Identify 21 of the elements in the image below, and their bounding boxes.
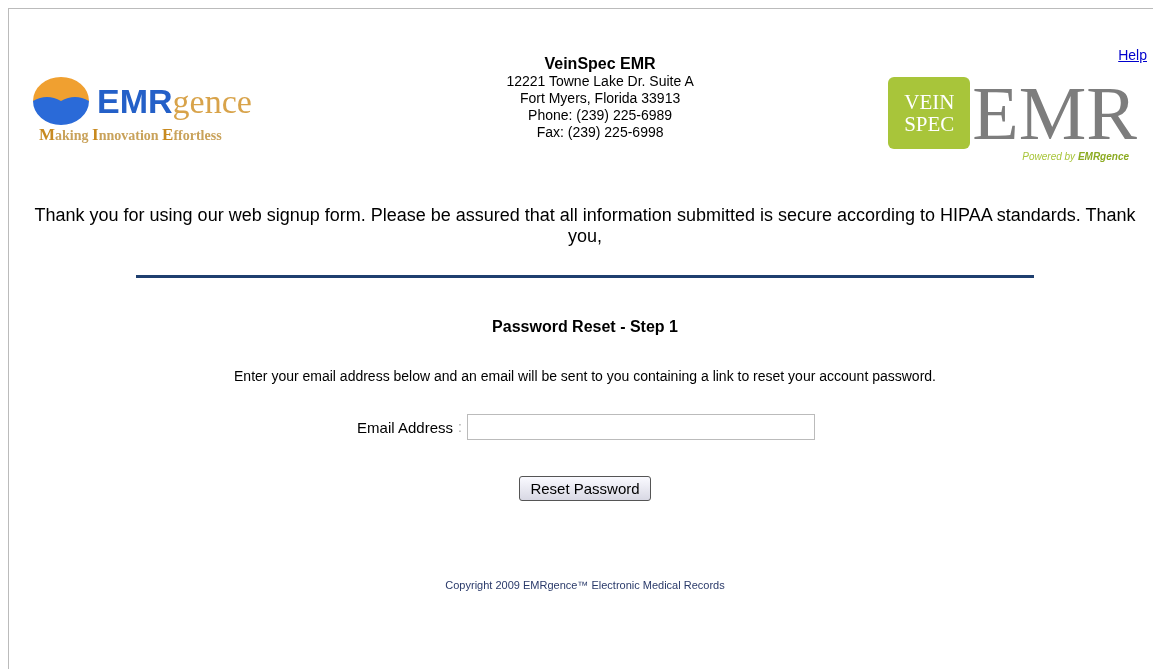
address-line: Phone: (239) 225-6989 [528,107,673,124]
brand-name: EMRgence [97,83,252,119]
sun-wave-icon [31,77,91,125]
label-separator: : [458,419,462,435]
badge-text: VEIN [904,91,955,113]
reset-password-button[interactable]: Reset Password [519,476,651,501]
instructions: Enter your email address below and an email will be sent to you containing a link to reset your account password. [234,368,936,384]
form-title: Password Reset - Step 1 [492,318,678,336]
tagline: Making Innovation Effortless [39,125,223,145]
logo-word: EMR [972,75,1137,151]
email-label: Email Address [357,418,453,436]
badge-text: SPEC [904,113,955,135]
help-link[interactable]: Help [1118,47,1147,63]
security-notice: Thank you for using our web signup form. Please be assured that all information submitted is secure according to HIPAA standards. Thank you, [33,205,1137,247]
office-name: VeinSpec EMR [544,55,656,73]
address-line: 12221 Towne Lake Dr. Suite A [506,73,694,90]
address-line: Fax: (239) 225-6998 [536,124,664,141]
powered-by-text: Powered by EMRgence [1022,151,1129,162]
copyright-text: Copyright 2009 EMRgence™ Electronic Medical Records [445,579,725,591]
address-line: Fort Myers, Florida 33913 [519,90,681,107]
email-field[interactable] [466,414,815,440]
